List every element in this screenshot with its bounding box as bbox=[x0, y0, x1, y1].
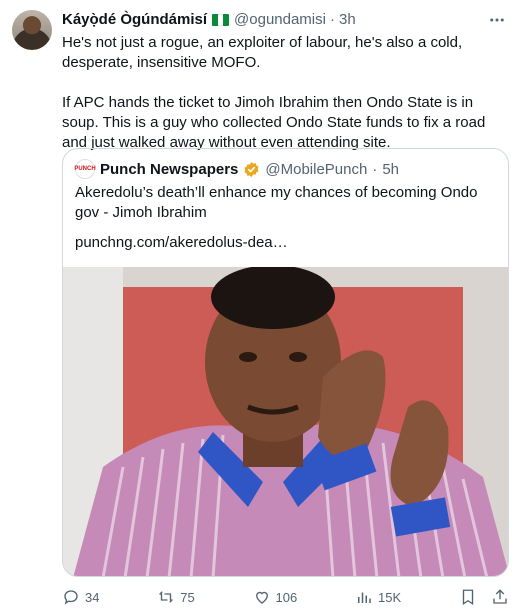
secondary-actions bbox=[459, 588, 509, 606]
share-icon[interactable] bbox=[491, 588, 509, 606]
bookmark-icon[interactable] bbox=[459, 588, 477, 606]
quoted-separator: · bbox=[372, 160, 378, 178]
like-button[interactable]: 106 bbox=[253, 588, 298, 606]
tweet-paragraph: If APC hands the ticket to Jimoh Ibrahim… bbox=[62, 94, 486, 151]
verified-badge-icon bbox=[244, 161, 259, 177]
quoted-tweet-link[interactable]: punchng.com/akeredolus-dea… bbox=[75, 233, 288, 253]
repost-button[interactable]: 75 bbox=[157, 588, 195, 606]
header-separator: · bbox=[329, 11, 335, 28]
tweet-header: Káyọ̀dé Ògúndámisí @ogundamisi · 3h bbox=[62, 11, 479, 28]
reply-icon bbox=[64, 590, 78, 605]
views-button[interactable]: 15K bbox=[355, 588, 401, 606]
quoted-tweet[interactable]: PUNCH Punch Newspapers @MobilePunch · 5h… bbox=[62, 148, 509, 577]
heart-icon bbox=[255, 591, 268, 604]
repost-icon bbox=[159, 591, 173, 603]
author-handle[interactable]: @ogundamisi bbox=[234, 11, 326, 28]
quoted-timestamp[interactable]: 5h bbox=[382, 161, 399, 178]
quoted-tweet-text: Akeredolu’s death’ll enhance my chances … bbox=[75, 184, 478, 221]
quoted-author-name[interactable]: Punch Newspapers bbox=[100, 161, 238, 178]
tweet: Káyọ̀dé Ògúndámisí @ogundamisi · 3h He's… bbox=[0, 0, 519, 611]
repost-count: 75 bbox=[180, 589, 195, 605]
quoted-tweet-header: PUNCH Punch Newspapers @MobilePunch · 5h bbox=[74, 159, 399, 179]
nigeria-flag-icon bbox=[212, 13, 230, 26]
tweet-actions: 34 75 106 15K bbox=[62, 588, 509, 606]
quoted-tweet-photo[interactable] bbox=[63, 267, 508, 576]
views-count: 15K bbox=[378, 589, 402, 605]
quoted-author-handle[interactable]: @MobilePunch bbox=[265, 161, 367, 178]
author-avatar[interactable] bbox=[12, 10, 52, 50]
reply-button[interactable]: 34 bbox=[62, 588, 99, 606]
tweet-timestamp[interactable]: 3h bbox=[339, 11, 356, 28]
tweet-text: He's not just a rogue, an exploiter of l… bbox=[62, 33, 512, 153]
like-count: 106 bbox=[275, 589, 298, 605]
author-display-name[interactable]: Káyọ̀dé Ògúndámisí bbox=[62, 11, 207, 28]
reply-count: 34 bbox=[85, 589, 100, 605]
punch-avatar[interactable]: PUNCH bbox=[74, 159, 96, 179]
views-chart-icon bbox=[358, 592, 371, 603]
tweet-paragraph: He's not just a rogue, an exploiter of l… bbox=[62, 34, 463, 71]
more-options-icon[interactable] bbox=[487, 10, 507, 30]
